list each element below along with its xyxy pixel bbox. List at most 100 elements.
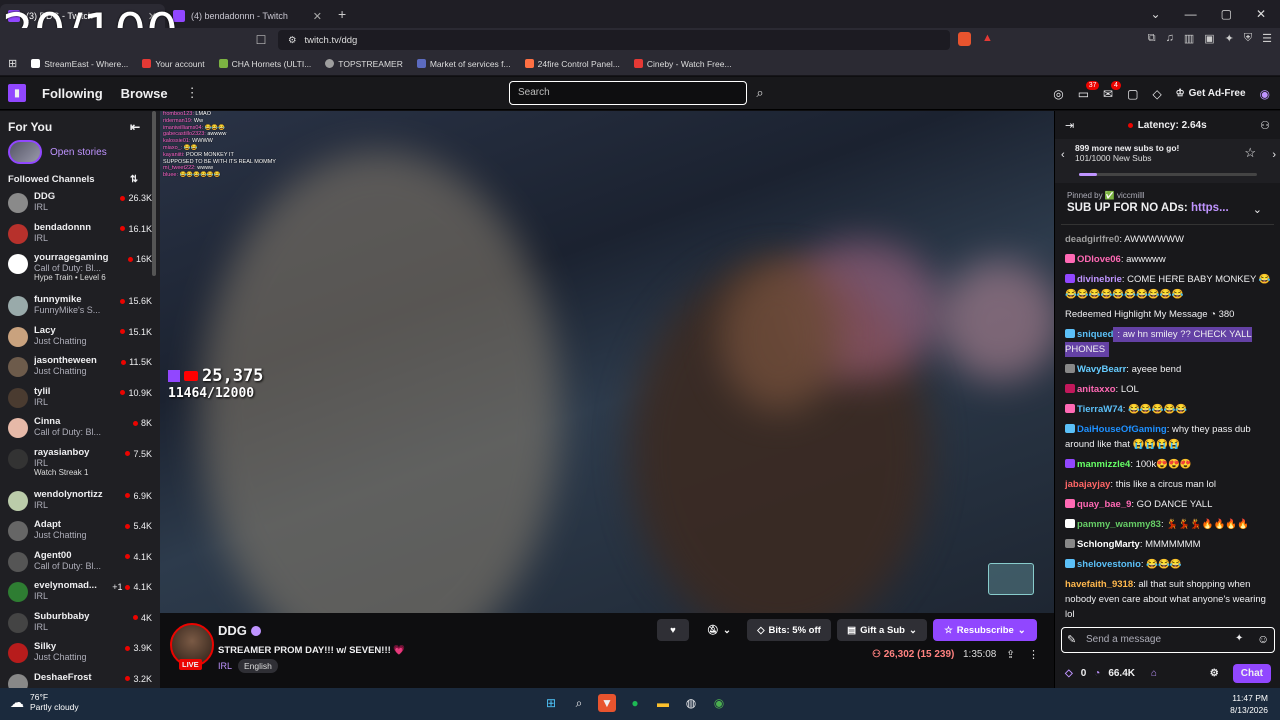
community-icon[interactable]: ⚇ <box>1260 119 1270 132</box>
spotify-icon[interactable]: ● <box>626 694 644 712</box>
chat-username[interactable]: TierraW74 <box>1077 404 1123 415</box>
brave-shield-icon[interactable] <box>958 32 971 46</box>
chat-message[interactable]: anitaxxo: LOL <box>1065 379 1271 399</box>
chat-username[interactable]: shelovestonio <box>1077 559 1141 570</box>
file-explorer-icon[interactable]: ▬ <box>654 694 672 712</box>
sidebar-toggle-icon[interactable]: ▥ <box>1184 32 1194 45</box>
expand-pinned-icon[interactable]: ⌄ <box>1253 203 1262 216</box>
search-icon[interactable]: ⌕ <box>748 81 772 105</box>
minimize-icon[interactable]: — <box>1185 7 1197 21</box>
bookmark-item[interactable]: StreamEast - Where... <box>31 59 128 69</box>
chat-message[interactable]: TierraW74: 😂😂😂😂😂 <box>1065 399 1271 419</box>
chrome-icon[interactable]: ◉ <box>710 694 728 712</box>
sort-icon[interactable]: ⇅ <box>130 174 138 185</box>
chat-message[interactable]: sniqued: aw hn smiley ?? CHECK YALL PHON… <box>1065 324 1271 359</box>
twitch-logo-icon[interactable]: ▮ <box>8 84 26 102</box>
chat-message[interactable]: jabajayjay: this like a circus man lol <box>1065 474 1271 494</box>
chat-message[interactable]: shelovestonio: 😂😂😂 <box>1065 554 1271 574</box>
maximize-icon[interactable]: ▢ <box>1221 7 1232 21</box>
followed-channel-7[interactable]: Cinna Call of Duty: Bl... 8K <box>0 414 160 445</box>
notifications-toggle-button[interactable]: 🔕︎ ⌄ <box>697 619 741 641</box>
chat-username[interactable]: deadgirlfre0 <box>1065 234 1119 245</box>
menu-icon[interactable]: ☰ <box>1262 32 1272 45</box>
bookmark-icon[interactable]: ☐ <box>250 33 272 47</box>
close-tab-icon[interactable]: ✕ <box>313 10 322 23</box>
next-arrow-icon[interactable]: › <box>1272 149 1276 161</box>
chat-username[interactable]: jabajayjay <box>1065 479 1110 490</box>
chat-username[interactable]: divinebrie <box>1077 274 1122 285</box>
followed-channel-11[interactable]: Agent00 Call of Duty: Bl... 4.1K <box>0 548 160 579</box>
weather-widget[interactable]: ☁ 76°F Partly cloudy <box>10 692 79 712</box>
followed-channel-12[interactable]: evelynomad... IRL +1 4.1K <box>0 578 160 609</box>
stream-tag[interactable]: English <box>238 659 278 673</box>
url-field[interactable]: ⚙ twitch.tv/ddg <box>278 30 950 50</box>
channel-points[interactable]: 66.4K <box>1108 668 1135 679</box>
bits-icon[interactable]: ◇ <box>1065 668 1073 679</box>
close-window-icon[interactable]: ✕ <box>1256 7 1266 21</box>
chat-message[interactable]: divinebrie: COME HERE BABY MONKEY 😂😂😂😂😂😂… <box>1065 269 1271 304</box>
followed-channel-1[interactable]: bendadonnn IRL 16.1K <box>0 220 160 251</box>
system-clock[interactable]: 11:47 PM 8/13/2026 <box>1230 692 1268 716</box>
chat-message[interactable]: DaiHouseOfGaming: why they pass dub arou… <box>1065 419 1271 454</box>
browse-link[interactable]: Browse <box>121 86 168 101</box>
stream-category[interactable]: IRL <box>218 661 232 671</box>
chat-message[interactable]: WavyBearr: ayeee bend <box>1065 359 1271 379</box>
bookmark-item[interactable]: Cineby - Watch Free... <box>633 59 732 69</box>
bookmark-item[interactable]: CHA Hornets (ULTI... <box>218 59 311 69</box>
followed-channel-2[interactable]: yourragegaming Call of Duty: Bl... Hype T… <box>0 250 160 292</box>
collapse-chat-icon[interactable]: ⇥ <box>1065 119 1074 132</box>
new-tab-icon[interactable]: + <box>338 6 346 22</box>
follow-heart-button[interactable]: ♥ <box>657 619 689 641</box>
tab-list-chevron-icon[interactable]: ⌄ <box>1151 7 1161 21</box>
followed-channel-4[interactable]: Lacy Just Chatting 15.1K <box>0 323 160 354</box>
bits-cheer-icon[interactable]: ✦ <box>1235 633 1243 644</box>
chat-send-button[interactable]: Chat <box>1232 663 1271 683</box>
collapse-sidebar-icon[interactable]: ⇤ <box>130 120 140 134</box>
search-input[interactable]: Search <box>509 81 747 105</box>
following-link[interactable]: Following <box>42 86 103 101</box>
chat-username[interactable]: sniqued <box>1077 329 1113 340</box>
chat-message[interactable]: havefaith_9318: all that suit shopping w… <box>1065 574 1271 620</box>
followed-channel-13[interactable]: Suburbbaby IRL 4K <box>0 609 160 640</box>
more-options-icon[interactable]: ⋮ <box>1028 648 1039 661</box>
bits-button[interactable]: ◇ Bits: 5% off <box>747 619 831 641</box>
video-player[interactable]: fromboo123: LMAO riderman19: Ww imaniwilli… <box>160 111 1054 613</box>
taskbar-search-icon[interactable]: ⌕ <box>570 694 588 712</box>
user-avatar-icon[interactable]: ◉ <box>1260 87 1270 101</box>
star-icon[interactable]: ☆ <box>1244 145 1256 161</box>
bookmark-item[interactable]: Your account <box>142 59 205 69</box>
pinned-link[interactable]: https... <box>1191 202 1229 214</box>
chat-username[interactable]: havefaith_9318 <box>1065 579 1133 590</box>
followed-channel-9[interactable]: wendolynortizz IRL 6.9K <box>0 487 160 518</box>
extensions-icon[interactable]: ⧉ <box>1148 32 1156 45</box>
followed-channel-3[interactable]: funnymike FunnyMike's S... 15.6K <box>0 292 160 323</box>
chat-username[interactable]: WavyBearr <box>1077 364 1126 375</box>
browser-tab-bendadonnn[interactable]: (4) bendadonnn - Twitch ✕ <box>165 4 330 28</box>
brave-browser-icon[interactable]: ▼ <box>598 694 616 712</box>
open-stories-button[interactable]: Open stories <box>0 134 160 170</box>
chat-message[interactable]: pammy_wammy83: 💃💃💃🔥🔥🔥🔥 <box>1065 514 1271 534</box>
channel-points-icon[interactable]: ◔ <box>1094 668 1100 679</box>
chat-username[interactable]: ODlove06 <box>1077 254 1121 265</box>
chat-username[interactable]: manmizzle4 <box>1077 459 1130 470</box>
chat-username[interactable]: DaiHouseOfGaming <box>1077 424 1167 435</box>
windows-start-icon[interactable]: ⊞ <box>542 694 560 712</box>
chat-username[interactable]: quay_bae_9 <box>1077 499 1131 510</box>
chat-message[interactable]: manmizzle4: 100k😍😍😍 <box>1065 454 1271 474</box>
drops-icon[interactable]: ◎ <box>1053 87 1063 101</box>
notifications-icon[interactable]: ▭ 37 <box>1078 80 1100 101</box>
chat-message[interactable]: Redeemed Highlight My Message ◔ 380 <box>1065 304 1271 324</box>
chat-username[interactable]: anitaxxo <box>1077 384 1116 395</box>
emote-picker-icon[interactable]: ☺ <box>1257 632 1269 646</box>
bookmark-item[interactable]: 24fire Control Panel... <box>524 59 620 69</box>
site-info-icon[interactable]: ⚙ <box>288 35 297 46</box>
get-ad-free-button[interactable]: ♔ Get Ad-Free <box>1176 88 1246 99</box>
followed-channel-8[interactable]: rayasianboy IRL Watch Streak 1 7.5K <box>0 445 160 487</box>
chat-username[interactable]: SchlongMarty <box>1077 539 1140 550</box>
vpn-icon[interactable]: ⛨ <box>1244 32 1252 45</box>
followed-channel-14[interactable]: Silky Just Chatting 3.9K <box>0 639 160 670</box>
whispers-icon[interactable]: ▢ <box>1127 87 1138 101</box>
bits-icon[interactable]: ◇ <box>1152 87 1161 101</box>
chat-message[interactable]: SchlongMarty: MMMMMMM <box>1065 534 1271 554</box>
followed-channel-0[interactable]: DDG IRL 26.3K <box>0 189 160 220</box>
